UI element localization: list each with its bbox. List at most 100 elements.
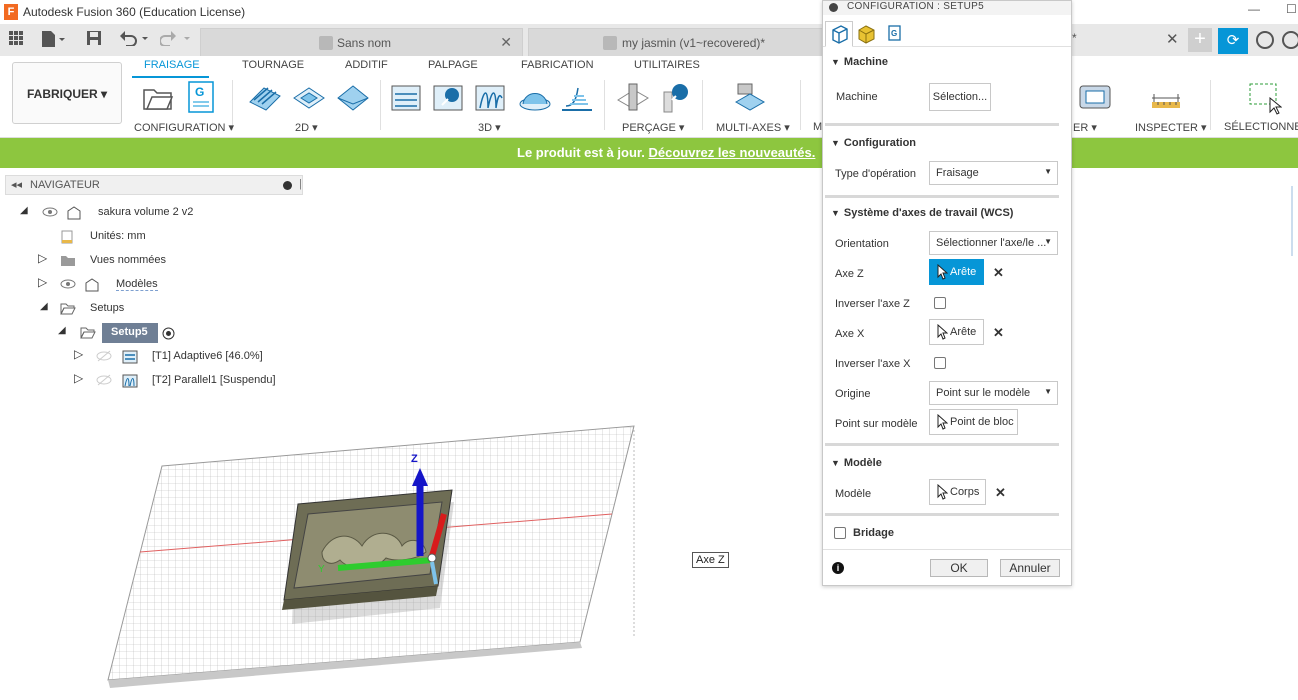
tab-setup[interactable] — [825, 21, 853, 47]
tree-root[interactable]: ◢ sakura volume 2 v2 — [18, 203, 218, 223]
orientation-dropdown[interactable]: Sélectionner l'axe/le ... ▼ — [929, 231, 1058, 255]
group-configuration[interactable]: CONFIGURATION ▾ — [134, 121, 234, 134]
close-icon[interactable]: ✕ — [500, 34, 512, 51]
section-wcs[interactable]: ▼ Système d'axes de travail (WCS) — [831, 207, 1013, 219]
hole-recognition-icon[interactable] — [658, 82, 690, 114]
navigator-minimize-icon[interactable] — [283, 181, 292, 190]
clear-model-icon[interactable]: ✕ — [995, 485, 1006, 501]
model-point-select[interactable]: Point de bloc — [929, 409, 1018, 435]
minimize-icon[interactable]: — — [1248, 2, 1260, 16]
collapse-triangle-icon[interactable]: ◢ — [40, 301, 48, 312]
document-tab-bar: Sans nom ✕ my jasmin (v1~recovered)* — [0, 24, 1298, 56]
clear-axe-x-icon[interactable]: ✕ — [993, 325, 1004, 341]
expand-triangle-icon[interactable]: ▷ — [38, 275, 47, 289]
group-selectionner[interactable]: SÉLECTIONNER — [1224, 121, 1298, 133]
group-percage[interactable]: PERÇAGE ▾ — [622, 121, 684, 134]
tree-setups[interactable]: ◢ Setups — [38, 299, 198, 319]
invert-z-checkbox[interactable] — [934, 297, 946, 309]
eye-icon[interactable] — [42, 206, 58, 219]
3d-adaptive-icon[interactable] — [390, 82, 422, 114]
tree-setup5[interactable]: ◢ Setup5 — [56, 323, 196, 343]
operation-type-dropdown[interactable]: Fraisage ▼ — [929, 161, 1058, 185]
clock-icon[interactable] — [1282, 31, 1298, 49]
hidden-eye-icon[interactable] — [96, 374, 112, 387]
expand-triangle-icon[interactable]: ▷ — [74, 371, 83, 385]
hidden-eye-icon[interactable] — [96, 350, 112, 363]
3d-viewport[interactable]: Z Y — [0, 168, 1298, 700]
expand-triangle-icon[interactable]: ▷ — [38, 251, 47, 265]
tab-utilitaires[interactable]: UTILITAIRES — [634, 59, 700, 71]
clock-icon[interactable] — [1256, 31, 1274, 49]
group-2d[interactable]: 2D ▾ — [295, 121, 318, 134]
machine-simulation-icon[interactable] — [1078, 82, 1111, 114]
new-tab-button[interactable]: + — [1188, 28, 1212, 52]
multi-axis-icon[interactable] — [732, 82, 766, 114]
tab-palpage[interactable]: PALPAGE — [428, 59, 478, 71]
tree-named-views[interactable]: ▷ Vues nommées — [38, 251, 198, 271]
model-select[interactable]: Corps — [929, 479, 986, 505]
origin-dropdown[interactable]: Point sur le modèle ▼ — [929, 381, 1058, 405]
3d-pocket-icon[interactable] — [432, 82, 464, 114]
group-multi-axes[interactable]: MULTI-AXES ▾ — [716, 121, 790, 134]
tree-op-adaptive[interactable]: ▷ [T1] Adaptive6 [46.0%] — [74, 347, 284, 367]
axe-x-select[interactable]: Arête — [929, 319, 984, 345]
tab-stock[interactable] — [853, 21, 881, 47]
machine-select-button[interactable]: Sélection... — [929, 83, 991, 111]
navigator-pin-icon[interactable]: | — [299, 178, 302, 190]
file-icon[interactable] — [40, 30, 66, 50]
collapse-left-icon[interactable]: ◂◂ — [11, 178, 22, 191]
redo-icon[interactable] — [159, 30, 192, 50]
tab-my-jasmin[interactable]: my jasmin (v1~recovered)* — [528, 28, 823, 56]
section-bridage[interactable]: Bridage — [853, 527, 894, 539]
section-machine[interactable]: ▼ Machine — [831, 56, 888, 68]
group-truncated[interactable]: M — [813, 121, 822, 133]
tree-units[interactable]: Unités: mm — [60, 227, 210, 247]
maximize-icon[interactable]: ☐ — [1286, 2, 1297, 16]
dialog-minimize-icon[interactable] — [829, 3, 838, 12]
invert-x-checkbox[interactable] — [934, 357, 946, 369]
activate-radio-icon[interactable] — [162, 327, 178, 340]
group-inspecter[interactable]: INSPECTER ▾ — [1135, 121, 1207, 134]
y-axis-label: Y — [318, 564, 325, 575]
face-icon[interactable] — [336, 82, 369, 114]
clear-axe-z-icon[interactable]: ✕ — [993, 265, 1004, 281]
close-icon[interactable]: ✕ — [1166, 30, 1179, 48]
group-truncated-er[interactable]: ER ▾ — [1073, 121, 1097, 134]
app-grid-icon[interactable] — [8, 30, 24, 50]
tab-fabrication[interactable]: FABRICATION — [521, 59, 594, 71]
contour-icon[interactable] — [518, 82, 551, 114]
select-icon[interactable] — [1248, 82, 1283, 115]
save-icon[interactable] — [86, 30, 102, 50]
scallop-icon[interactable] — [560, 82, 592, 114]
collapse-triangle-icon[interactable]: ◢ — [20, 205, 28, 216]
expand-triangle-icon[interactable]: ▷ — [74, 347, 83, 361]
tab-tournage[interactable]: TOURNAGE — [242, 59, 304, 71]
bridage-checkbox[interactable] — [834, 527, 846, 539]
ok-button[interactable]: OK — [930, 559, 988, 577]
cancel-button[interactable]: Annuler — [1000, 559, 1060, 577]
2d-pocket-icon[interactable] — [292, 82, 325, 114]
info-icon[interactable]: i — [832, 562, 844, 574]
job-status-icon[interactable]: ⟳ — [1218, 28, 1248, 54]
section-model[interactable]: ▼ Modèle — [831, 457, 882, 469]
tree-models[interactable]: ▷ Modèles — [38, 275, 198, 295]
whats-new-link[interactable]: Découvrez les nouveautés. — [648, 145, 815, 160]
undo-icon[interactable] — [118, 30, 150, 50]
eye-icon[interactable] — [60, 278, 76, 291]
measure-icon[interactable] — [1150, 82, 1182, 114]
parallel-icon[interactable] — [474, 82, 506, 114]
2d-adaptive-icon[interactable] — [248, 82, 281, 114]
tab-post-process[interactable]: G — [881, 21, 909, 47]
tab-fraisage[interactable]: FRAISAGE — [144, 59, 200, 71]
tab-additif[interactable]: ADDITIF — [345, 59, 388, 71]
tree-op-parallel[interactable]: ▷ [T2] Parallel1 [Suspendu] — [74, 371, 284, 391]
new-setup-icon[interactable] — [142, 82, 174, 114]
group-3d[interactable]: 3D ▾ — [478, 121, 501, 134]
drill-icon[interactable] — [616, 82, 649, 114]
workspace-button[interactable]: FABRIQUER ▾ — [12, 62, 122, 124]
axe-z-select[interactable]: Arête — [929, 259, 984, 285]
nc-program-icon[interactable]: G — [186, 80, 218, 113]
collapse-triangle-icon[interactable]: ◢ — [58, 325, 66, 336]
section-configuration[interactable]: ▼ Configuration — [831, 137, 916, 149]
tab-sans-nom[interactable]: Sans nom ✕ — [200, 28, 523, 56]
